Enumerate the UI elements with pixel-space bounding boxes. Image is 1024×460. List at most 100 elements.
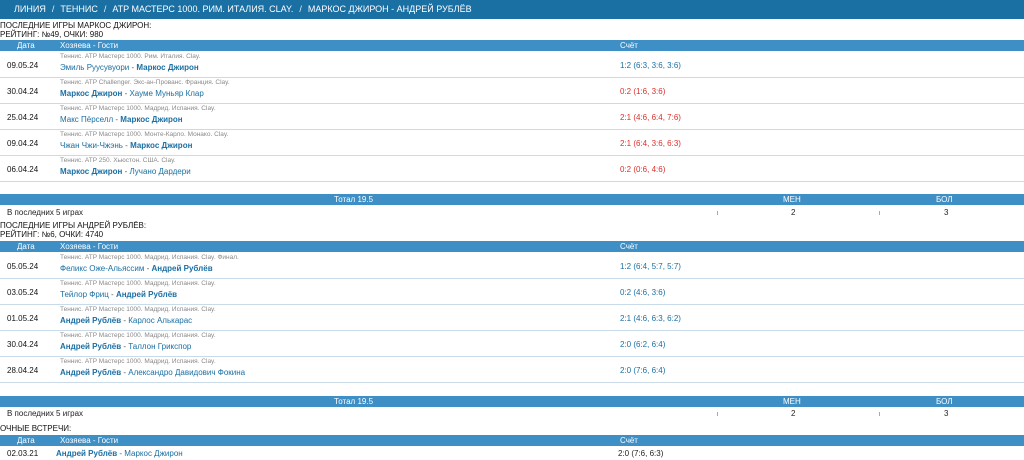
- home-team[interactable]: Эмиль Руусувуори: [60, 63, 129, 72]
- header-score: Счёт: [620, 242, 638, 251]
- totals-row-label: В последних 5 играх: [7, 208, 84, 217]
- totals-label: Тотал 19.5: [334, 195, 374, 204]
- home-team[interactable]: Андрей Рублёв: [60, 368, 121, 377]
- totals-divider: [879, 211, 880, 215]
- section-title-giron: ПОСЛЕДНИЕ ИГРЫ МАРКОС ДЖИРОН:: [0, 21, 152, 30]
- match-tournament: Теннис. ATP Мастерс 1000. Мадрид. Испани…: [60, 280, 216, 287]
- match-teams: Андрей Рублёв - Карлос Алькарас: [60, 316, 192, 325]
- match-date: 09.04.24: [7, 139, 39, 148]
- totals-under-value: 2: [791, 208, 796, 217]
- match-score: 2:0 (6:2, 6:4): [620, 340, 666, 349]
- match-row[interactable]: 09.04.24 Теннис. ATP Мастерс 1000. Монте-…: [0, 130, 1024, 156]
- match-date: 02.03.21: [7, 449, 39, 458]
- match-date: 09.05.24: [7, 61, 39, 70]
- away-team[interactable]: Таллон Грикспор: [128, 342, 191, 351]
- totals-header: Тотал 19.5 МЕН БОЛ: [0, 194, 1024, 205]
- away-team[interactable]: Маркос Джирон: [120, 115, 182, 124]
- breadcrumb-separator: /: [299, 4, 302, 14]
- rating-rublev: РЕЙТИНГ: №6, ОЧКИ: 4740: [0, 230, 104, 239]
- h2h-row[interactable]: 02.03.21 Андрей Рублёв - Маркос Джирон 2…: [0, 447, 1024, 460]
- match-row[interactable]: 05.05.24 Теннис. ATP Мастерс 1000. Мадрид…: [0, 253, 1024, 279]
- totals-row: В последних 5 играх 2 3: [0, 208, 1024, 218]
- match-row[interactable]: 01.05.24 Теннис. ATP Мастерс 1000. Мадрид…: [0, 305, 1024, 331]
- match-date: 05.05.24: [7, 262, 39, 271]
- totals-header: Тотал 19.5 МЕН БОЛ: [0, 396, 1024, 407]
- away-team[interactable]: Маркос Джирон: [124, 449, 182, 458]
- header-teams: Хозяева - Гости: [60, 41, 119, 50]
- breadcrumb-bar: ЛИНИЯ / ТЕННИС / ATP МАСТЕРС 1000. РИМ. ИТАЛ…: [0, 0, 1024, 19]
- away-team[interactable]: Александро Давидович Фокина: [128, 368, 245, 377]
- match-teams: Маркос Джирон - Хауме Муньяр Клар: [60, 89, 204, 98]
- team-separator: -: [122, 141, 131, 150]
- away-team[interactable]: Лучано Дардери: [129, 167, 190, 176]
- match-tournament: Теннис. ATP Мастерс 1000. Мадрид. Испани…: [60, 105, 216, 112]
- match-teams: Андрей Рублёв - Александро Давидович Фок…: [60, 368, 245, 377]
- match-row[interactable]: 09.05.24 Теннис. ATP Мастерс 1000. Рим. И…: [0, 52, 1024, 78]
- match-tournament: Теннис. ATP Мастерс 1000. Рим. Италия. C…: [60, 53, 201, 60]
- totals-under-value: 2: [791, 409, 796, 418]
- match-tournament: Теннис. ATP Мастерс 1000. Мадрид. Испани…: [60, 254, 239, 261]
- totals-row-label: В последних 5 играх: [7, 409, 84, 418]
- home-team[interactable]: Феликс Оже-Альяссим: [60, 264, 144, 273]
- rating-giron: РЕЙТИНГ: №49, ОЧКИ: 980: [0, 30, 104, 39]
- home-team[interactable]: Андрей Рублёв: [60, 316, 121, 325]
- match-row[interactable]: 30.04.24 Теннис. ATP Challenger. Экс-ан-П…: [0, 78, 1024, 104]
- totals-over-value: 3: [944, 409, 949, 418]
- match-teams: Маркос Джирон - Лучано Дардери: [60, 167, 191, 176]
- home-team[interactable]: Тейлор Фриц: [60, 290, 109, 299]
- breadcrumb-item-line[interactable]: ЛИНИЯ: [0, 0, 46, 19]
- match-score: 2:1 (4:6, 6:3, 6:2): [620, 314, 681, 323]
- match-row[interactable]: 28.04.24 Теннис. ATP Мастерс 1000. Мадрид…: [0, 357, 1024, 383]
- header-score: Счёт: [620, 436, 638, 445]
- match-row[interactable]: 03.05.24 Теннис. ATP Мастерс 1000. Мадрид…: [0, 279, 1024, 305]
- match-row[interactable]: 06.04.24 Теннис. ATP 250. Хьюстон. США. C…: [0, 156, 1024, 182]
- away-team[interactable]: Маркос Джирон: [130, 141, 192, 150]
- match-date: 25.04.24: [7, 113, 39, 122]
- matches-table-header: Дата Хозяева - Гости Счёт: [0, 241, 1024, 252]
- totals-divider: [879, 412, 880, 416]
- breadcrumb-separator: /: [103, 4, 107, 14]
- breadcrumb-separator: /: [51, 4, 55, 14]
- match-date: 03.05.24: [7, 288, 39, 297]
- totals-over-value: 3: [944, 208, 949, 217]
- header-date: Дата: [17, 436, 35, 445]
- match-score: 0:2 (4:6, 3:6): [620, 288, 666, 297]
- home-team[interactable]: Андрей Рублёв: [56, 449, 117, 458]
- away-team[interactable]: Маркос Джирон: [136, 63, 198, 72]
- match-tournament: Теннис. ATP Мастерс 1000. Мадрид. Испани…: [60, 358, 216, 365]
- breadcrumb-item-tournament[interactable]: ATP МАСТЕРС 1000. РИМ. ИТАЛИЯ. CLAY.: [112, 0, 293, 19]
- match-score: 1:2 (6:3, 3:6, 3:6): [620, 61, 681, 70]
- team-separator: -: [108, 290, 116, 299]
- away-team[interactable]: Карлос Алькарас: [128, 316, 192, 325]
- totals-over-header: БОЛ: [936, 195, 953, 204]
- section-title-rublev: ПОСЛЕДНИЕ ИГРЫ АНДРЕЙ РУБЛЁВ:: [0, 221, 147, 230]
- match-teams: Андрей Рублёв - Таллон Грикспор: [60, 342, 191, 351]
- match-teams: Макс Пёрселл - Маркос Джирон: [60, 115, 183, 124]
- match-date: 01.05.24: [7, 314, 39, 323]
- match-date: 28.04.24: [7, 366, 39, 375]
- match-teams: Чжан Чжи-Чжэнь - Маркос Джирон: [60, 141, 192, 150]
- match-teams: Феликс Оже-Альяссим - Андрей Рублёв: [60, 264, 213, 273]
- home-team[interactable]: Маркос Джирон: [60, 167, 122, 176]
- totals-divider: [717, 412, 718, 416]
- match-teams: Тейлор Фриц - Андрей Рублёв: [60, 290, 177, 299]
- home-team[interactable]: Макс Пёрселл: [60, 115, 113, 124]
- match-score: 2:0 (7:6, 6:3): [618, 449, 664, 458]
- match-score: 2:0 (7:6, 6:4): [620, 366, 666, 375]
- match-tournament: Теннис. ATP 250. Хьюстон. США. Clay.: [60, 157, 176, 164]
- home-team[interactable]: Андрей Рублёв: [60, 342, 121, 351]
- match-teams: Эмиль Руусувуори - Маркос Джирон: [60, 63, 199, 72]
- match-row[interactable]: 25.04.24 Теннис. ATP Мастерс 1000. Мадрид…: [0, 104, 1024, 130]
- home-team[interactable]: Маркос Джирон: [60, 89, 122, 98]
- section-title-h2h: ОЧНЫЕ ВСТРЕЧИ:: [0, 424, 72, 433]
- away-team[interactable]: Хауме Муньяр Клар: [129, 89, 203, 98]
- away-team[interactable]: Андрей Рублёв: [116, 290, 177, 299]
- home-team[interactable]: Чжан Чжи-Чжэнь: [60, 141, 123, 150]
- match-tournament: Теннис. ATP Мастерс 1000. Мадрид. Испани…: [60, 306, 216, 313]
- breadcrumb-item-tennis[interactable]: ТЕННИС: [60, 0, 97, 19]
- matches-table-header: Дата Хозяева - Гости Счёт: [0, 435, 1024, 446]
- match-row[interactable]: 30.04.24 Теннис. ATP Мастерс 1000. Мадрид…: [0, 331, 1024, 357]
- match-date: 30.04.24: [7, 340, 39, 349]
- away-team[interactable]: Андрей Рублёв: [151, 264, 212, 273]
- header-teams: Хозяева - Гости: [60, 242, 119, 251]
